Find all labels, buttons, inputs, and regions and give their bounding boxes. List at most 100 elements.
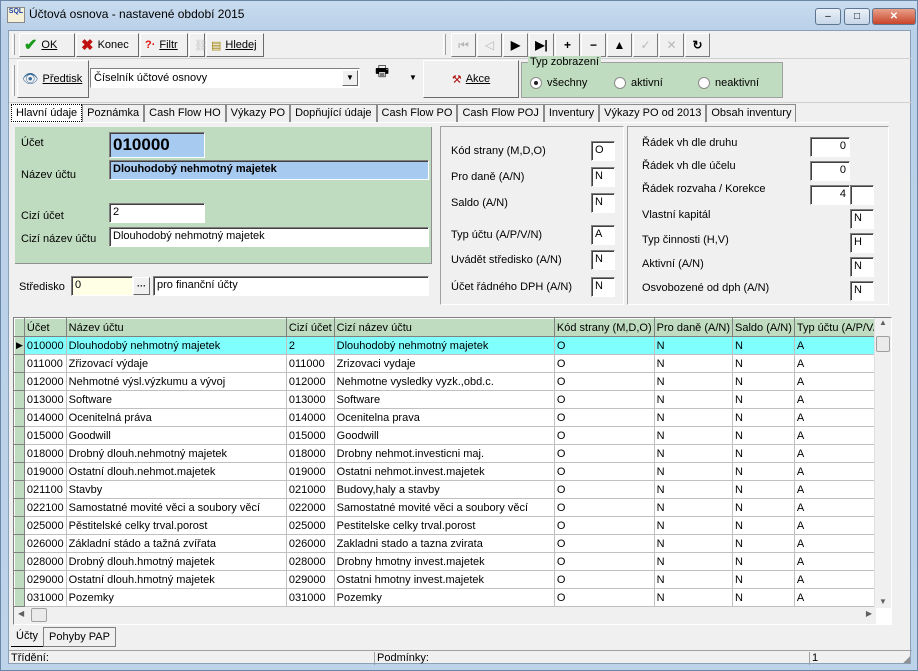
table-cell[interactable]: N [732, 462, 795, 481]
scroll-left-icon[interactable]: ◀ [18, 609, 24, 618]
report-select[interactable]: Číselník účtové osnovy ▼ [90, 68, 360, 88]
table-row[interactable]: 022100 Samostatné movité věci a soubory v… [14, 498, 891, 517]
table-row[interactable]: 026000 Základní stádo a tažná zvířata 0260… [14, 534, 891, 553]
row-indicator[interactable] [14, 426, 25, 445]
table-cell[interactable]: Samostatné movité věci a soubory věcí [334, 498, 555, 517]
row-indicator[interactable] [14, 480, 25, 499]
nav-refresh-button[interactable]: ↻ [685, 33, 710, 57]
table-cell[interactable]: N [654, 462, 734, 481]
table-cell[interactable]: N [654, 408, 734, 427]
table-row[interactable]: 013000 Software 013000 Software O N N A [14, 390, 891, 409]
table-cell[interactable]: N [732, 534, 795, 553]
table-cell[interactable]: 015000 [24, 426, 67, 445]
table-cell[interactable]: Drobny nehmot.investicni maj. [334, 444, 555, 463]
akce-button[interactable]: ⚒ Akce [423, 60, 519, 98]
table-cell[interactable]: O [554, 336, 655, 355]
table-cell[interactable]: O [554, 444, 655, 463]
nav-first-button[interactable]: ⏮ [451, 33, 476, 57]
table-cell[interactable]: N [654, 516, 734, 535]
stredisko-field[interactable]: 0 [71, 276, 133, 296]
osvobozene-field[interactable]: N [850, 281, 874, 301]
minimize-button[interactable]: – [815, 8, 841, 25]
nav-delete-button[interactable]: − [581, 33, 606, 57]
table-cell[interactable]: Pestitelske celky trval.porost [334, 516, 555, 535]
table-cell[interactable]: 014000 [24, 408, 67, 427]
flag-field[interactable]: N [591, 250, 615, 270]
row-indicator[interactable] [14, 408, 25, 427]
ucet-field[interactable]: 010000 [109, 132, 205, 158]
predtisk-button[interactable]: 👁 Předtisk [17, 60, 89, 98]
column-header[interactable]: Cizí název účtu [333, 318, 555, 337]
nav-post-button[interactable]: ✓ [633, 33, 658, 57]
flag-field[interactable]: O [591, 141, 615, 161]
tab-item[interactable]: Poznámka [82, 104, 145, 122]
table-cell[interactable]: N [654, 534, 734, 553]
table-cell[interactable]: O [554, 390, 655, 409]
table-cell[interactable]: 012000 [24, 372, 67, 391]
table-cell[interactable]: O [554, 426, 655, 445]
table-cell[interactable]: Zrizovaci vydaje [334, 354, 555, 373]
horizontal-scrollbar[interactable]: ◀ ▶ [14, 607, 876, 624]
table-cell[interactable]: N [732, 354, 795, 373]
table-row[interactable]: 014000 Ocenitelná práva 014000 Ocenitelna p… [14, 408, 891, 427]
table-cell[interactable]: O [554, 462, 655, 481]
vertical-scrollbar[interactable]: ▲ ▼ [874, 318, 891, 608]
table-cell[interactable]: 026000 [286, 534, 335, 553]
table-cell[interactable]: Budovy,haly a stavby [334, 480, 555, 499]
table-row[interactable]: 031000 Pozemky 031000 Pozemky O N N A [14, 588, 891, 607]
table-cell[interactable]: Nehmotne vysledky vyzk.,obd.c. [334, 372, 555, 391]
table-cell[interactable]: 011000 [286, 354, 335, 373]
table-cell[interactable]: O [554, 534, 655, 553]
table-cell[interactable]: 022000 [286, 498, 335, 517]
table-row[interactable]: 025000 Pěstitelské celky trval.porost 0250… [14, 516, 891, 535]
table-cell[interactable]: O [554, 354, 655, 373]
close-button[interactable]: ✕ [872, 8, 916, 25]
accounts-grid[interactable]: Účet Název účtu Cizí účet Cizí název účtu Kó… [13, 317, 892, 625]
table-cell[interactable]: Drobny hmotny invest.majetek [334, 552, 555, 571]
table-cell[interactable]: Pozemky [66, 588, 287, 607]
tab-item[interactable]: Cash Flow PO [376, 104, 458, 122]
hledej-button[interactable]: ▤ Hledej [206, 33, 264, 57]
table-cell[interactable]: 022100 [24, 498, 67, 517]
table-cell[interactable]: O [554, 408, 655, 427]
column-header[interactable]: Název účtu [65, 318, 287, 337]
column-header[interactable]: Účet [23, 318, 67, 337]
flag-field[interactable]: N [591, 277, 615, 297]
vlastni-kapital-field[interactable]: N [850, 209, 874, 229]
table-cell[interactable]: O [554, 570, 655, 589]
table-cell[interactable]: 028000 [286, 552, 335, 571]
table-cell[interactable]: Ocenitelná práva [66, 408, 287, 427]
table-cell[interactable]: Ocenitelna prava [334, 408, 555, 427]
table-cell[interactable]: N [654, 426, 734, 445]
table-cell[interactable]: O [554, 552, 655, 571]
tab-item[interactable]: Cash Flow HO [144, 104, 226, 122]
table-cell[interactable]: Zřizovací výdaje [66, 354, 287, 373]
tab-item[interactable]: Výkazy PO [225, 104, 291, 122]
row-indicator[interactable] [14, 498, 25, 517]
cizi-ucet-field[interactable]: 2 [109, 203, 205, 223]
table-cell[interactable]: 010000 [24, 336, 67, 355]
table-cell[interactable]: Goodwill [66, 426, 287, 445]
table-cell[interactable]: N [654, 570, 734, 589]
table-row[interactable]: 018000 Drobný dlouh.nehmotný majetek 01800… [14, 444, 891, 463]
table-cell[interactable]: 018000 [24, 444, 67, 463]
table-cell[interactable]: 015000 [286, 426, 335, 445]
table-cell[interactable]: 013000 [24, 390, 67, 409]
table-cell[interactable]: N [732, 480, 795, 499]
radio-vsechny[interactable]: všechny [530, 77, 587, 89]
table-cell[interactable]: N [732, 408, 795, 427]
column-header[interactable]: Pro daně (A/N) [653, 318, 734, 337]
radio-aktivni[interactable]: aktivní [614, 77, 663, 89]
flag-field[interactable]: A [591, 225, 615, 245]
radio-dot[interactable] [698, 77, 710, 89]
nav-cancel-button[interactable]: ✕ [659, 33, 684, 57]
table-row[interactable]: 019000 Ostatní dlouh.nehmot.majetek 019000… [14, 462, 891, 481]
tab-item[interactable]: Dopňující údaje [290, 104, 377, 122]
nazev-uctu-field[interactable]: Dlouhodobý nehmotný majetek [109, 160, 429, 180]
table-cell[interactable]: N [732, 498, 795, 517]
column-header[interactable]: Cizí účet [285, 318, 335, 337]
table-cell[interactable]: O [554, 372, 655, 391]
nav-edit-button[interactable]: ▲ [607, 33, 632, 57]
tab-item[interactable]: Obsah inventury [706, 104, 797, 122]
table-cell[interactable]: Goodwill [334, 426, 555, 445]
